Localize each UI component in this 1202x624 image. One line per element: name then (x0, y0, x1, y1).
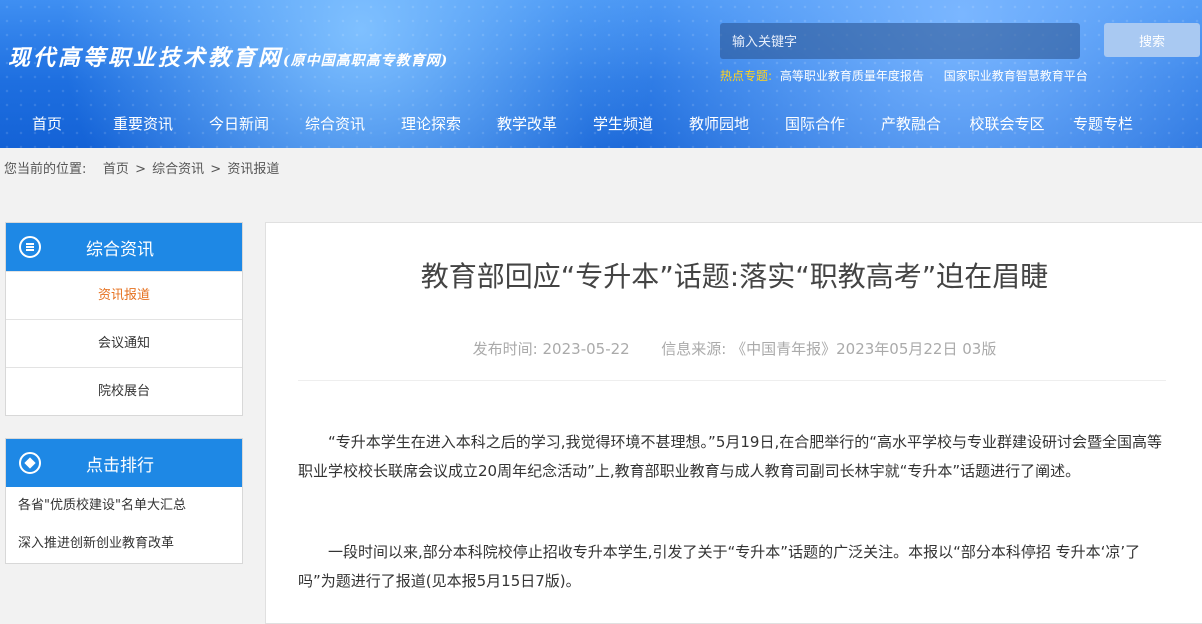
source-label: 信息来源: (661, 340, 727, 358)
publish-label: 发布时间: (472, 340, 538, 358)
page-content: 综合资讯 资讯报道 会议通知 院校展台 点击排行 各省"优质校建设"名单大汇总 … (0, 192, 1202, 624)
nav-item-alliance[interactable]: 校联会专区 (969, 113, 1044, 134)
ranking-panel-title: 点击排行 (86, 456, 154, 476)
list-icon (19, 236, 41, 258)
article: 教育部回应“专升本”话题:落实“职教高考”迫在眉睫 发布时间: 2023-05-… (265, 222, 1202, 624)
nav-item-students[interactable]: 学生频道 (593, 113, 653, 134)
source-value: 《中国青年报》2023年05月22日 03版 (731, 340, 997, 358)
breadcrumb-general-info[interactable]: 综合资讯 (152, 162, 204, 177)
logo-main-text: 现代高等职业技术教育网 (8, 45, 284, 71)
nav-item-home[interactable]: 首页 (32, 113, 62, 134)
site-logo[interactable]: 现代高等职业技术教育网(原中国高职高专教育网) (8, 40, 448, 72)
article-paragraph: “专升本学生在进入本科之后的学习,我觉得环境不甚理想。”5月19日,在合肥举行的… (298, 433, 1162, 480)
logo-sub-text: (原中国高职高专教育网) (283, 53, 449, 69)
search-input[interactable] (720, 23, 1080, 59)
hot-topics: 热点专题: 高等职业教育质量年度报告 国家职业教育智慧教育平台 (720, 67, 1088, 84)
breadcrumb-prefix: 您当前的位置: (4, 162, 87, 177)
ranking-panel-header: 点击排行 (6, 439, 242, 487)
ranking-icon (19, 452, 41, 474)
site-header: 现代高等职业技术教育网(原中国高职高专教育网) 搜索 热点专题: 高等职业教育质… (0, 0, 1202, 148)
hot-link-quality-report[interactable]: 高等职业教育质量年度报告 (780, 69, 924, 83)
ranking-item[interactable]: 深入推进创新创业教育改革 (6, 525, 242, 563)
category-panel-header: 综合资讯 (6, 223, 242, 271)
nav-item-industry-education[interactable]: 产教融合 (881, 113, 941, 134)
breadcrumb-current[interactable]: 资讯报道 (227, 162, 279, 177)
breadcrumb-home[interactable]: 首页 (103, 162, 129, 177)
hot-topics-label: 热点专题: (720, 69, 773, 83)
main-nav: 首页 重要资讯 今日新闻 综合资讯 理论探索 教学改革 学生频道 教师园地 国际… (0, 113, 1202, 137)
nav-item-today-news[interactable]: 今日新闻 (209, 113, 269, 134)
sidebar-item-school-showcase[interactable]: 院校展台 (6, 367, 242, 415)
article-paragraph: 一段时间以来,部分本科院校停止招收专升本学生,引发了关于“专升本”话题的广泛关注… (298, 543, 1141, 590)
nav-item-general-info[interactable]: 综合资讯 (305, 113, 365, 134)
search-button[interactable]: 搜索 (1104, 23, 1200, 57)
nav-item-important-news[interactable]: 重要资讯 (113, 113, 173, 134)
sidebar-item-news-reports[interactable]: 资讯报道 (6, 271, 242, 319)
category-panel: 综合资讯 资讯报道 会议通知 院校展台 (5, 222, 243, 416)
divider (298, 380, 1166, 381)
nav-item-topics[interactable]: 专题专栏 (1073, 113, 1133, 134)
category-panel-title: 综合资讯 (86, 240, 154, 260)
breadcrumb: 您当前的位置: 首页 > 综合资讯 > 资讯报道 (0, 148, 1202, 192)
ranking-item[interactable]: 各省"优质校建设"名单大汇总 (6, 487, 242, 525)
nav-item-theory[interactable]: 理论探索 (401, 113, 461, 134)
breadcrumb-separator: > (210, 162, 222, 177)
sidebar-item-meeting-notices[interactable]: 会议通知 (6, 319, 242, 367)
nav-item-teachers[interactable]: 教师园地 (689, 113, 749, 134)
ranking-panel: 点击排行 各省"优质校建设"名单大汇总 深入推进创新创业教育改革 (5, 438, 243, 564)
nav-item-teaching-reform[interactable]: 教学改革 (497, 113, 557, 134)
breadcrumb-separator: > (135, 162, 146, 177)
publish-date: 2023-05-22 (542, 340, 630, 358)
article-meta: 发布时间: 2023-05-22 信息来源: 《中国青年报》2023年05月22… (266, 338, 1202, 359)
nav-item-international[interactable]: 国际合作 (785, 113, 845, 134)
article-title: 教育部回应“专升本”话题:落实“职教高考”迫在眉睫 (420, 260, 1049, 293)
hot-link-smart-platform[interactable]: 国家职业教育智慧教育平台 (944, 69, 1088, 83)
sidebar: 综合资讯 资讯报道 会议通知 院校展台 点击排行 各省"优质校建设"名单大汇总 … (5, 222, 243, 586)
